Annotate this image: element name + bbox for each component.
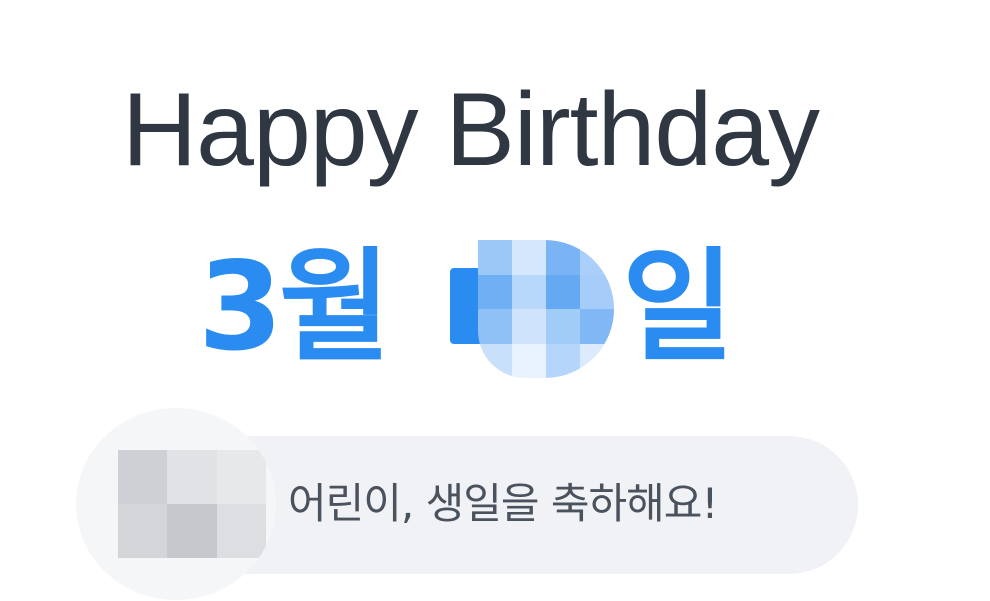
pixelation-mosaic <box>478 240 614 378</box>
avatar <box>76 408 276 600</box>
birthday-date: 3월 일 <box>198 236 758 378</box>
birthday-message: 어린이, 생일을 축하해요! <box>288 479 718 528</box>
birthday-month: 3월 <box>198 236 391 378</box>
birthday-day-suffix: 일 <box>622 236 734 378</box>
avatar-pixelation-mosaic <box>118 450 266 558</box>
redacted-day-number <box>450 240 614 378</box>
birthday-title: Happy Birthday <box>122 72 820 188</box>
